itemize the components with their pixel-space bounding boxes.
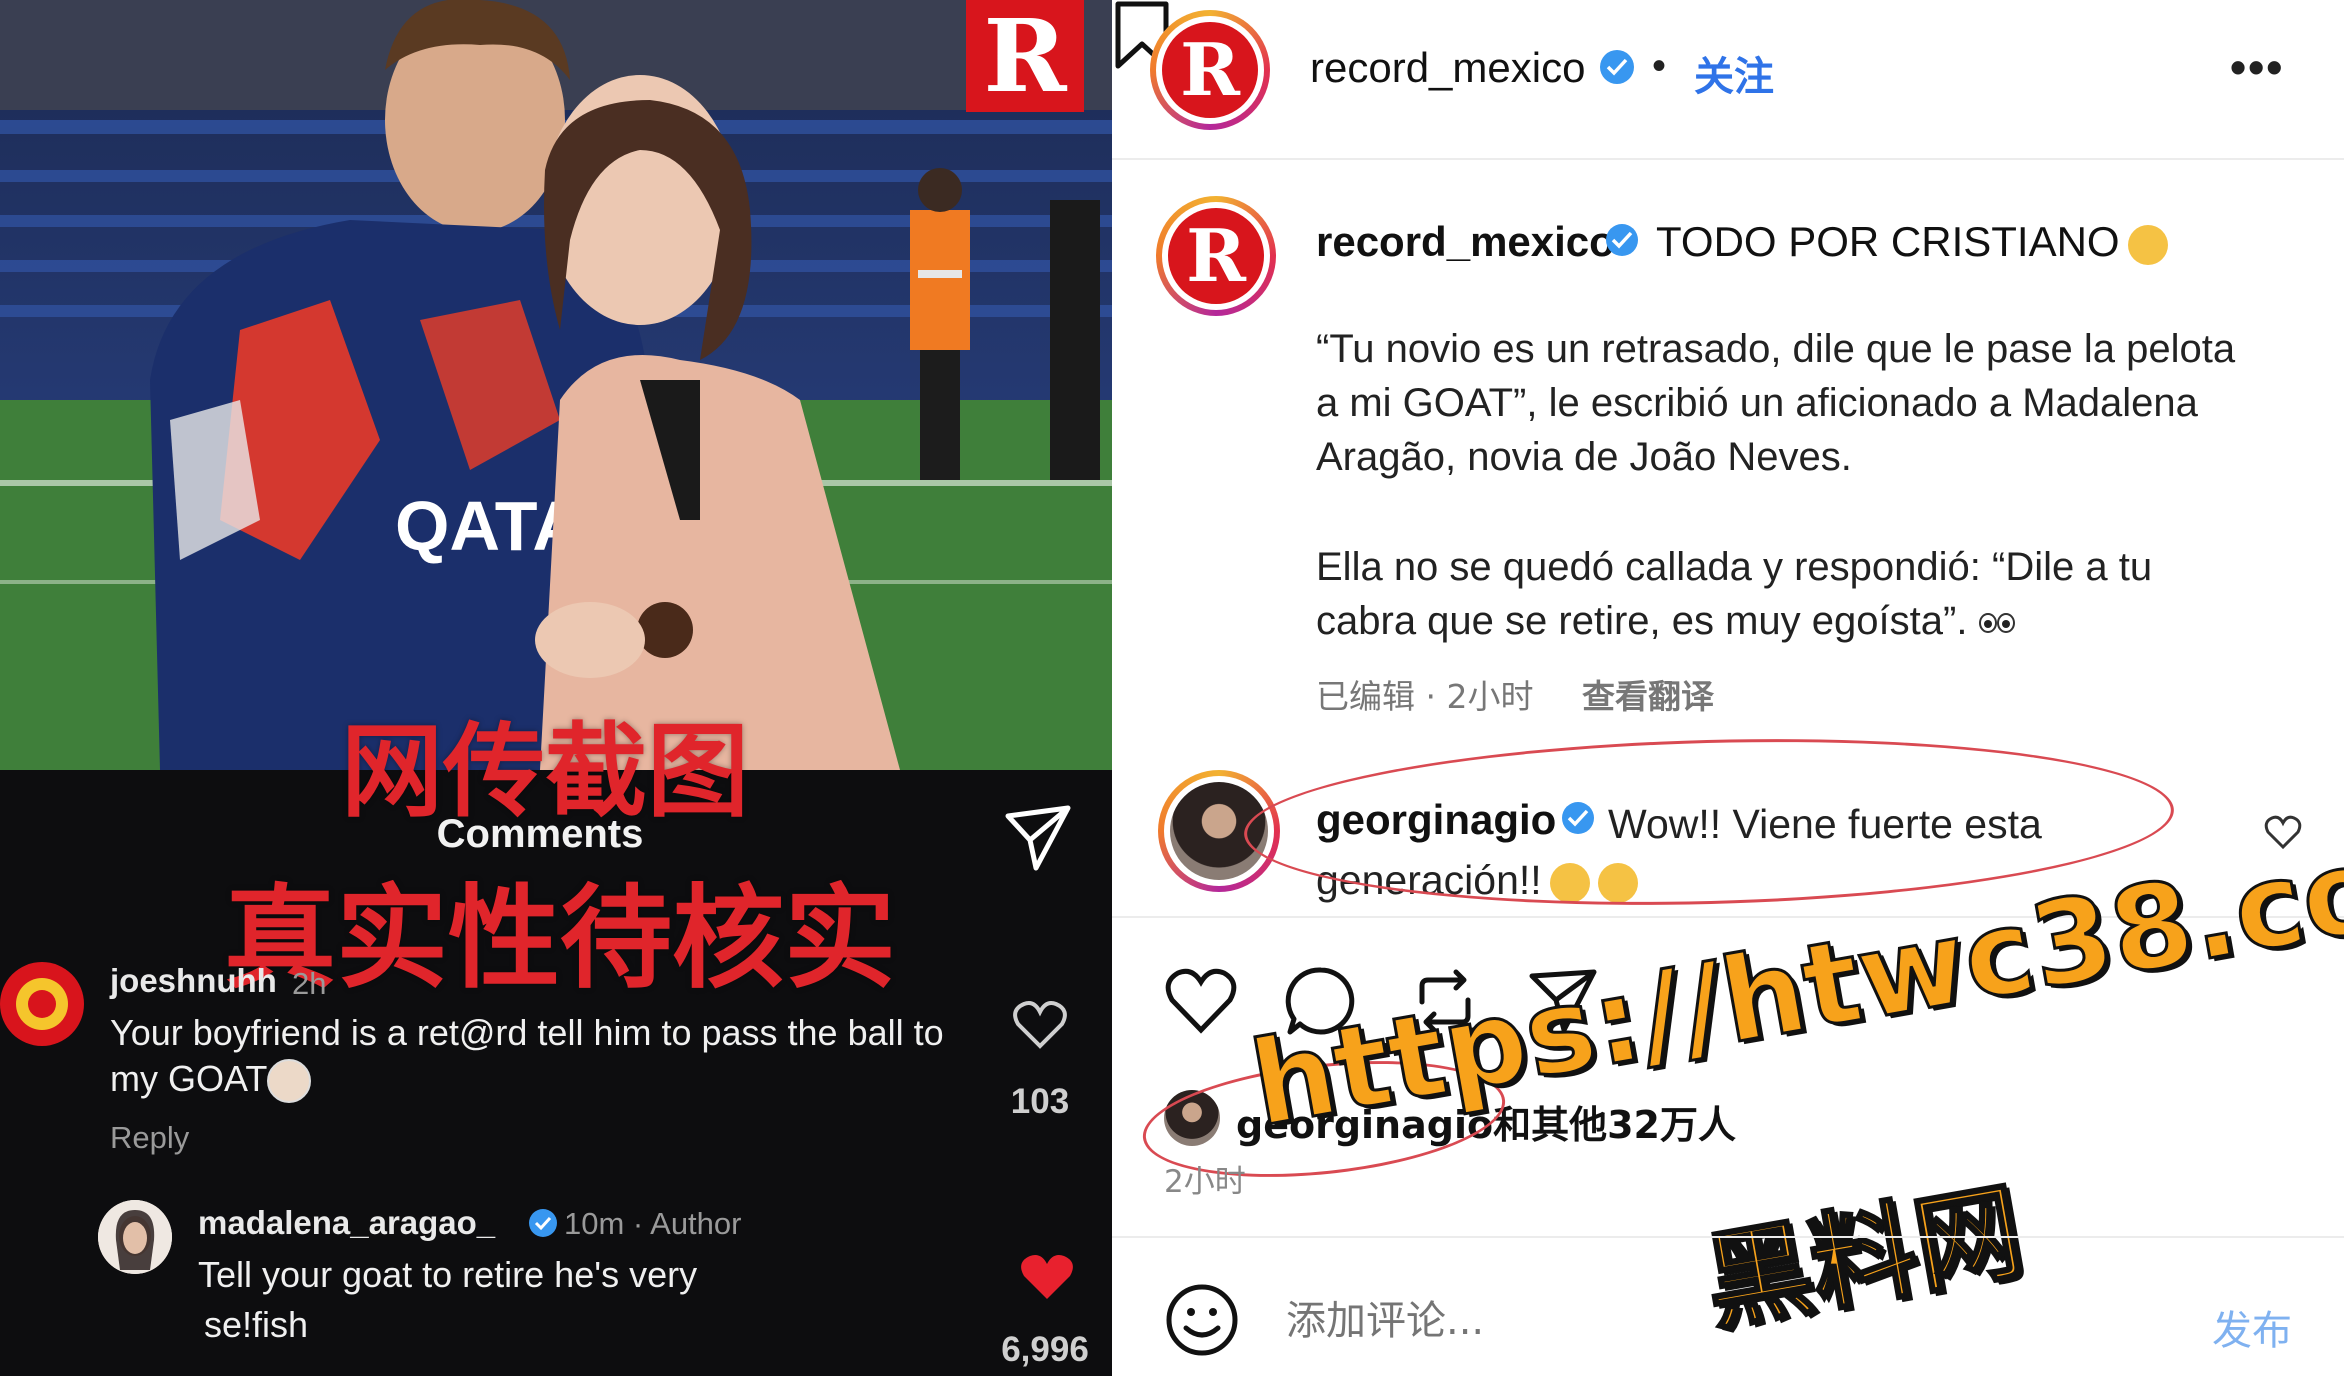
verified-badge-icon (529, 1209, 557, 1237)
profile-photo-icon (98, 1200, 172, 1274)
emoji-smiley-icon[interactable] (1164, 1282, 1240, 1358)
comment-body: Your boyfriend is a ret@rd tell him to p… (110, 1012, 944, 1099)
avatar[interactable] (0, 962, 84, 1046)
verified-badge-icon (1606, 224, 1638, 256)
more-options-icon[interactable]: ••• (2230, 40, 2284, 94)
couple-photo: QATAR R (0, 0, 1112, 770)
divider (1112, 1236, 2344, 1238)
comment-text: Your boyfriend is a ret@rd tell him to p… (110, 1010, 970, 1104)
heart-outline-icon[interactable] (1012, 1000, 1068, 1050)
like-heart-icon[interactable] (1164, 964, 1238, 1038)
divider (1112, 158, 2344, 160)
header-username[interactable]: record_mexico (1310, 44, 1585, 92)
comment-username[interactable]: joeshnuhh (110, 962, 277, 1000)
caption-text: Ella no se quedó callada y respondió: “D… (1316, 545, 2153, 643)
comment-like-count: 103 (1010, 1082, 1070, 1121)
shocked-face-emoji-icon (2127, 224, 2168, 265)
record-logo: R (1168, 208, 1264, 304)
post-comment-button[interactable]: 发布 (2212, 1298, 2292, 1356)
comment-username[interactable]: madalena_aragao_ (198, 1204, 495, 1242)
avatar[interactable] (98, 1200, 172, 1274)
add-comment-input[interactable] (1286, 1298, 1986, 1344)
caption-headline: TODO POR CRISTIANO (1656, 218, 2168, 266)
comment-text: Tell your goat to retire he's very se!fi… (198, 1250, 798, 1350)
comment-line: Tell your goat to retire he's very (198, 1254, 698, 1295)
headline-text: TODO POR CRISTIANO (1656, 218, 2120, 265)
caption-username[interactable]: record_mexico (1316, 218, 1615, 266)
skull-emoji-icon (267, 1059, 312, 1104)
manchester-united-crest-icon (2, 964, 82, 1044)
eyes-emoji-icon (1978, 613, 2015, 634)
follow-button[interactable]: 关注 (1694, 44, 1774, 102)
reply-button[interactable]: Reply (110, 1120, 189, 1156)
stadium-photo-illustration: QATAR (0, 0, 1112, 770)
tiktok-comments-panel: QATAR R 网传截图 Comments 真实性待核实 joeshnuhh 2… (0, 0, 1112, 1376)
heart-filled-icon[interactable] (1018, 1252, 1076, 1302)
send-icon[interactable] (1000, 800, 1076, 876)
comment-time: 2h (292, 966, 327, 1001)
profile-avatar[interactable]: R (1150, 10, 1270, 130)
instagram-post-panel: R record_mexico • 关注 ••• R record_mexico… (1112, 0, 2344, 1376)
comment-like-count: 6,996 (1001, 1330, 1089, 1369)
record-logo: R (1162, 22, 1258, 118)
verified-badge-icon (1600, 50, 1634, 84)
caption-paragraph: “Tu novio es un retrasado, dile que le p… (1316, 327, 2236, 479)
post-meta: 已编辑 · 2小时 (1316, 677, 1534, 716)
comment-meta: 10m · Author (564, 1206, 742, 1241)
record-logo: R (966, 0, 1084, 112)
profile-avatar[interactable]: R (1156, 196, 1276, 316)
see-translation-link[interactable]: 查看翻译 (1582, 670, 1714, 718)
comment-line: se!fish (204, 1304, 309, 1345)
caption-paragraph: Ella no se quedó callada y respondió: “D… (1316, 540, 2256, 648)
post-time: 2小时 (1164, 1164, 1246, 1200)
separator-dot: • (1652, 44, 1667, 88)
